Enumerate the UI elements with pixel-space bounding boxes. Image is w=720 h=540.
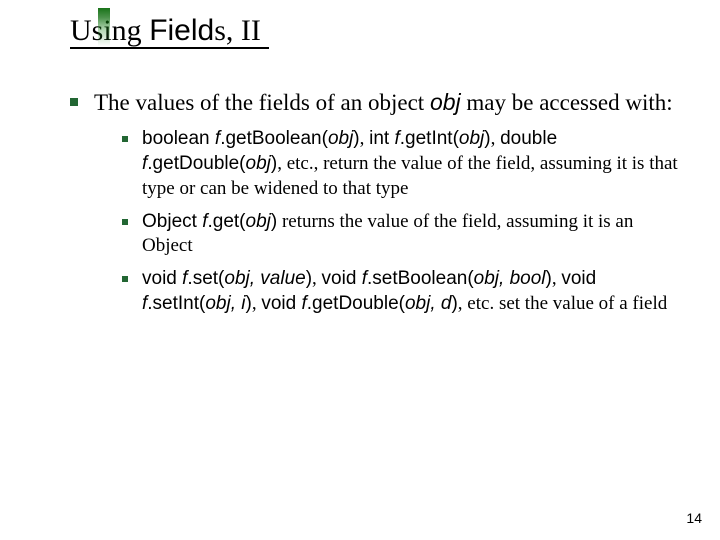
- title-part2: Field: [149, 14, 214, 47]
- code-span: void: [322, 268, 362, 289]
- code-obj: obj: [430, 89, 461, 115]
- code-span: .getDouble(: [147, 153, 245, 174]
- code-span: boolean: [142, 128, 215, 149]
- text-span: ,: [312, 268, 322, 289]
- code-span: obj: [459, 128, 484, 149]
- intro-pre: The values of the fields of an object: [94, 90, 430, 115]
- code-span: double: [500, 128, 557, 149]
- code-span: obj, bool: [474, 268, 546, 289]
- code-span: obj, i: [205, 293, 245, 314]
- code-span: .getDouble(: [307, 293, 405, 314]
- code-span: obj, d: [405, 293, 451, 314]
- title-accent-bar: [98, 8, 110, 56]
- slide: Using Fields, II The values of the field…: [0, 0, 720, 540]
- text-span: ,: [552, 268, 562, 289]
- code-span: obj: [246, 211, 271, 232]
- code-span: void: [142, 268, 182, 289]
- title-wrap: Using Fields, II: [70, 14, 269, 49]
- code-span: .get(: [207, 211, 245, 232]
- code-span: int: [369, 128, 394, 149]
- list-item: boolean f.getBoolean(obj), int f.getInt(…: [122, 127, 680, 201]
- slide-body: The values of the fields of an object ob…: [70, 88, 680, 324]
- text-span: ,: [491, 128, 501, 149]
- code-span: .set(: [187, 268, 224, 289]
- code-span: obj: [328, 128, 353, 149]
- bullet-list-lvl2: boolean f.getBoolean(obj), int f.getInt(…: [94, 127, 680, 316]
- code-span: .getBoolean(: [220, 128, 328, 149]
- intro-post: may be accessed with:: [461, 90, 673, 115]
- code-span: void: [561, 268, 596, 289]
- code-span: .setInt(: [147, 293, 205, 314]
- list-item: Object f.get(obj) returns the value of t…: [122, 210, 680, 259]
- list-item: void f.set(obj, value), void f.setBoolea…: [122, 267, 680, 316]
- bullet-list-lvl1: The values of the fields of an object ob…: [70, 88, 680, 316]
- text-span: , etc. set the value of a field: [458, 293, 667, 314]
- text-span: ,: [360, 128, 370, 149]
- text-span: ,: [252, 293, 262, 314]
- code-span: obj, value: [224, 268, 305, 289]
- list-item: The values of the fields of an object ob…: [70, 88, 680, 316]
- code-span: Object: [142, 211, 202, 232]
- code-span: obj: [246, 153, 271, 174]
- code-span: .getInt(: [400, 128, 459, 149]
- code-span: .setBoolean(: [367, 268, 474, 289]
- code-span: void: [261, 293, 301, 314]
- page-number: 14: [686, 510, 702, 526]
- title-part3: s, II: [214, 14, 261, 47]
